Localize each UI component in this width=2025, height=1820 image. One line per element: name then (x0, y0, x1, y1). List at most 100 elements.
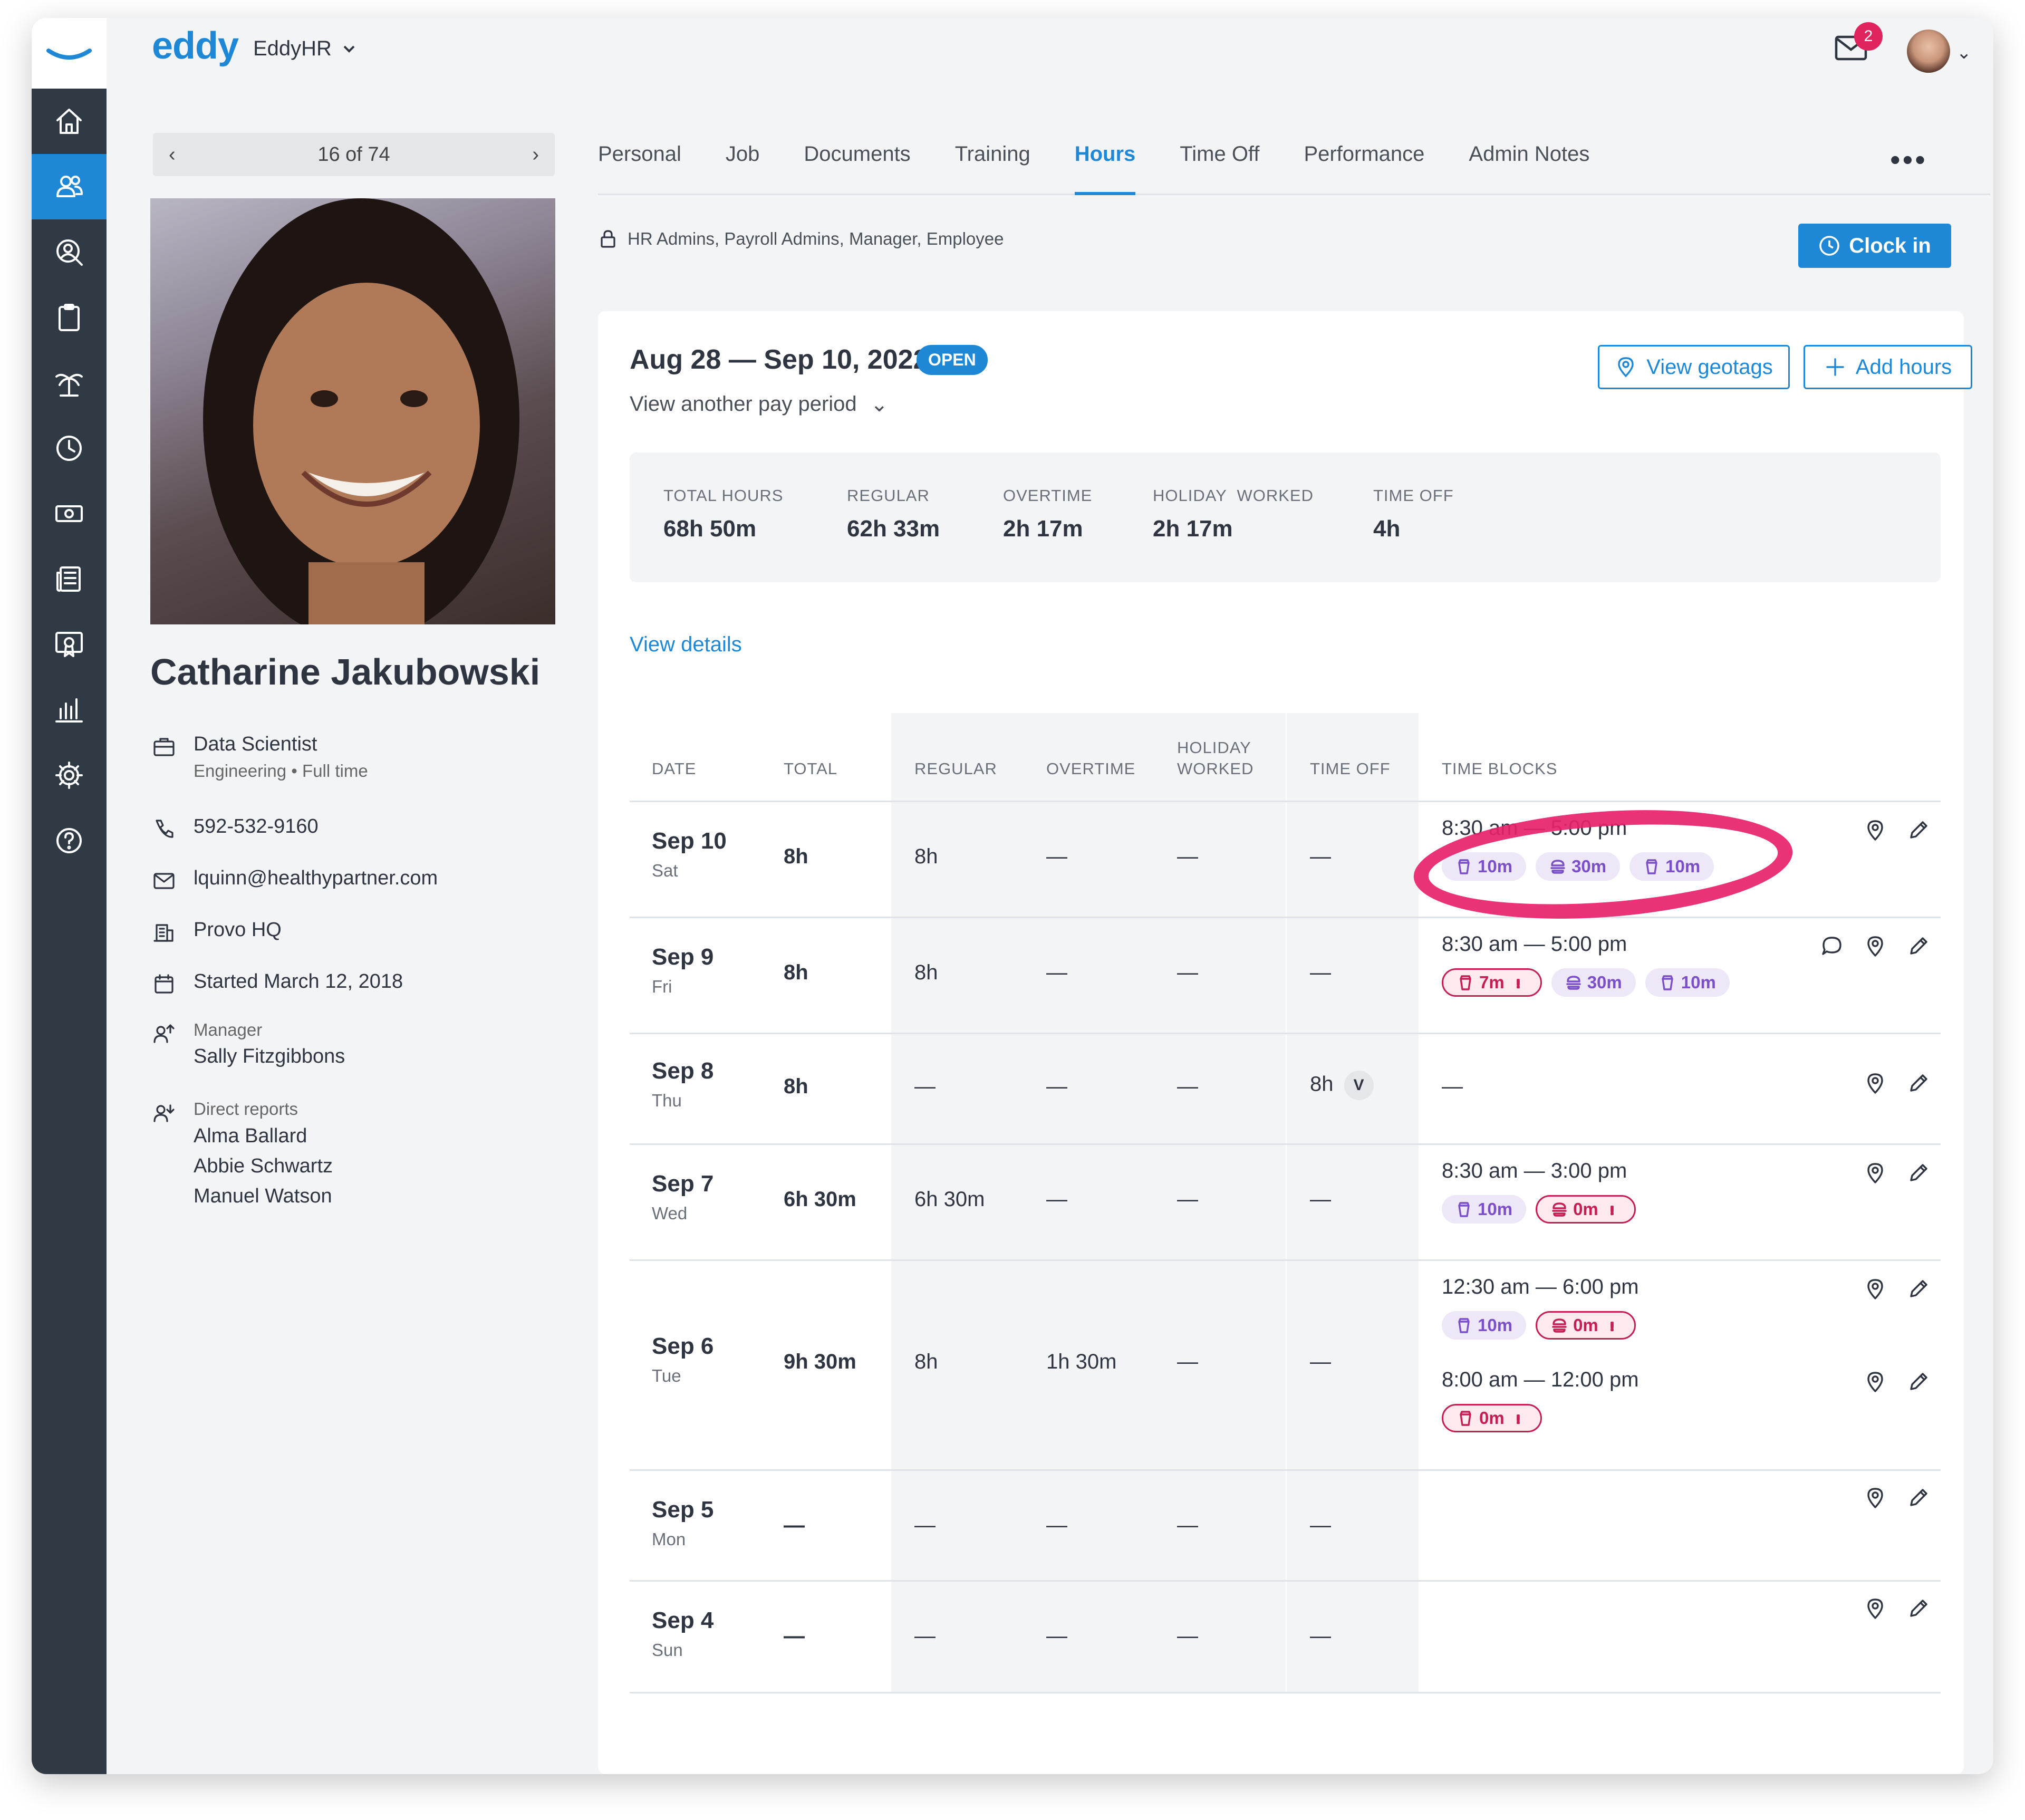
pencil-edit-icon[interactable] (1907, 1277, 1930, 1301)
pencil-edit-icon[interactable] (1907, 1597, 1930, 1620)
break-chip-warning[interactable]: 0m (1442, 1404, 1542, 1432)
row-weekday: Wed (652, 1203, 688, 1223)
row-regular: — (914, 1075, 936, 1098)
stat-value: 4h (1373, 516, 1401, 542)
pay-period-selector[interactable]: View another pay period ⌄ (630, 392, 888, 417)
previous-employee-button[interactable]: ‹ (169, 143, 176, 166)
time-block-range[interactable]: 8:00 am — 12:00 pm (1442, 1368, 1639, 1392)
stat-regular: REGULAR 62h 33m (847, 486, 940, 542)
row-date: Sep 5 (652, 1497, 714, 1523)
tab-personal[interactable]: Personal (598, 134, 681, 194)
email-address[interactable]: lquinn@healthypartner.com (194, 867, 438, 892)
direct-report[interactable]: Alma Ballard (194, 1121, 333, 1151)
add-hours-button[interactable]: Add hours (1804, 345, 1972, 389)
start-date-info: Started March 12, 2018 (150, 970, 403, 996)
sidebar-item-training[interactable] (32, 612, 107, 677)
sidebar-nav (32, 89, 107, 1774)
brand-mark[interactable] (32, 18, 107, 89)
pencil-edit-icon[interactable] (1907, 1072, 1930, 1095)
sidebar-item-payroll[interactable] (32, 481, 107, 546)
user-avatar[interactable] (1907, 30, 1950, 73)
permissions-note: HR Admins, Payroll Admins, Manager, Empl… (598, 229, 1004, 249)
sidebar-item-directory[interactable] (32, 219, 107, 285)
break-chip[interactable]: 10m (1645, 968, 1730, 997)
lock-icon (601, 230, 615, 248)
location-pin-icon[interactable] (1864, 1486, 1887, 1509)
tab-documents[interactable]: Documents (804, 134, 910, 194)
sidebar-item-home[interactable] (32, 89, 107, 154)
more-options-icon[interactable]: ••• (1890, 142, 1927, 177)
sidebar-item-people[interactable] (32, 154, 107, 219)
break-chip[interactable]: 10m (1442, 1195, 1527, 1224)
row-time-blocks-empty: — (1442, 1075, 1463, 1098)
row-overtime: — (1046, 1624, 1067, 1648)
job-title: Data Scientist (194, 733, 317, 755)
pencil-edit-icon[interactable] (1907, 1486, 1930, 1509)
company-switcher[interactable]: EddyHR (253, 37, 357, 61)
job-info: Data Scientist Engineering • Full time (150, 733, 368, 781)
sidebar-item-reports[interactable] (32, 677, 107, 743)
clock-in-button[interactable]: Clock in (1798, 224, 1951, 268)
office-location: Provo HQ (194, 919, 282, 941)
sidebar-item-documents[interactable] (32, 285, 107, 350)
location-pin-icon[interactable] (1864, 1277, 1887, 1301)
divider (630, 801, 1941, 802)
tab-admin-notes[interactable]: Admin Notes (1469, 134, 1589, 194)
divider (630, 1469, 1941, 1471)
location-pin-icon[interactable] (1864, 935, 1887, 958)
comment-icon[interactable] (1820, 935, 1844, 958)
row-time-off: — (1310, 1188, 1331, 1211)
time-block-range[interactable]: 8:30 am — 3:00 pm (1442, 1159, 1627, 1183)
sidebar-item-hours[interactable] (32, 416, 107, 481)
pencil-edit-icon[interactable] (1907, 1161, 1930, 1185)
break-duration: 0m (1479, 1408, 1505, 1428)
pencil-edit-icon[interactable] (1907, 1370, 1930, 1393)
chevron-down-icon[interactable]: ⌄ (1956, 42, 1972, 63)
row-date-cell: Sep 6 Tue (652, 1333, 713, 1386)
sidebar-item-news[interactable] (32, 546, 107, 612)
manager-name[interactable]: Sally Fitzgibbons (194, 1045, 345, 1068)
row-date-cell: Sep 7 Wed (652, 1171, 713, 1224)
tab-time-off[interactable]: Time Off (1180, 134, 1259, 194)
location-pin-icon[interactable] (1864, 1072, 1887, 1095)
pencil-edit-icon[interactable] (1907, 935, 1930, 958)
break-chip-warning[interactable]: 0m (1536, 1311, 1636, 1340)
location-pin-icon[interactable] (1864, 1370, 1887, 1393)
time-block-range[interactable]: 8:30 am — 5:00 pm (1442, 932, 1627, 956)
location-pin-icon[interactable] (1864, 1597, 1887, 1620)
row-date-cell: Sep 8 Thu (652, 1058, 713, 1111)
manager-info: Manager Sally Fitzgibbons (150, 1020, 345, 1068)
divider (630, 1692, 1941, 1693)
row-actions (1864, 1277, 1930, 1301)
view-geotags-button[interactable]: View geotags (1598, 345, 1790, 389)
next-employee-button[interactable]: › (532, 143, 539, 166)
row-actions (1864, 1370, 1930, 1393)
break-chip[interactable]: 10m (1442, 1311, 1527, 1340)
break-chips: 7m 30m 10m (1442, 968, 1730, 997)
pay-period-selector-label: View another pay period (630, 392, 857, 416)
sidebar-item-settings[interactable] (32, 743, 107, 808)
sidebar-item-time-off[interactable] (32, 350, 107, 416)
tab-hours[interactable]: Hours (1074, 134, 1135, 195)
view-details-link[interactable]: View details (630, 633, 742, 657)
eddy-logo[interactable]: eddy (152, 24, 239, 68)
pencil-edit-icon[interactable] (1907, 818, 1930, 842)
location-pin-icon[interactable] (1864, 818, 1887, 842)
row-actions (1864, 1072, 1930, 1095)
row-total: 8h (784, 1075, 808, 1098)
location-pin-icon[interactable] (1864, 1161, 1887, 1185)
break-chip-warning[interactable]: 0m (1536, 1195, 1636, 1224)
tab-performance[interactable]: Performance (1304, 134, 1424, 194)
row-actions (1864, 1597, 1930, 1620)
time-block-range[interactable]: 12:30 am — 6:00 pm (1442, 1275, 1639, 1299)
break-chip-warning[interactable]: 7m (1442, 968, 1542, 997)
divider (630, 1580, 1941, 1582)
tab-training[interactable]: Training (955, 134, 1030, 194)
break-chip[interactable]: 30m (1551, 968, 1636, 997)
stat-overtime: OVERTIME 2h 17m (1003, 486, 1092, 542)
sidebar-item-help[interactable] (32, 808, 107, 873)
tab-job[interactable]: Job (726, 134, 760, 194)
direct-report[interactable]: Abbie Schwartz (194, 1151, 333, 1181)
phone-number[interactable]: 592-532-9160 (194, 815, 319, 841)
direct-report[interactable]: Manuel Watson (194, 1181, 333, 1211)
